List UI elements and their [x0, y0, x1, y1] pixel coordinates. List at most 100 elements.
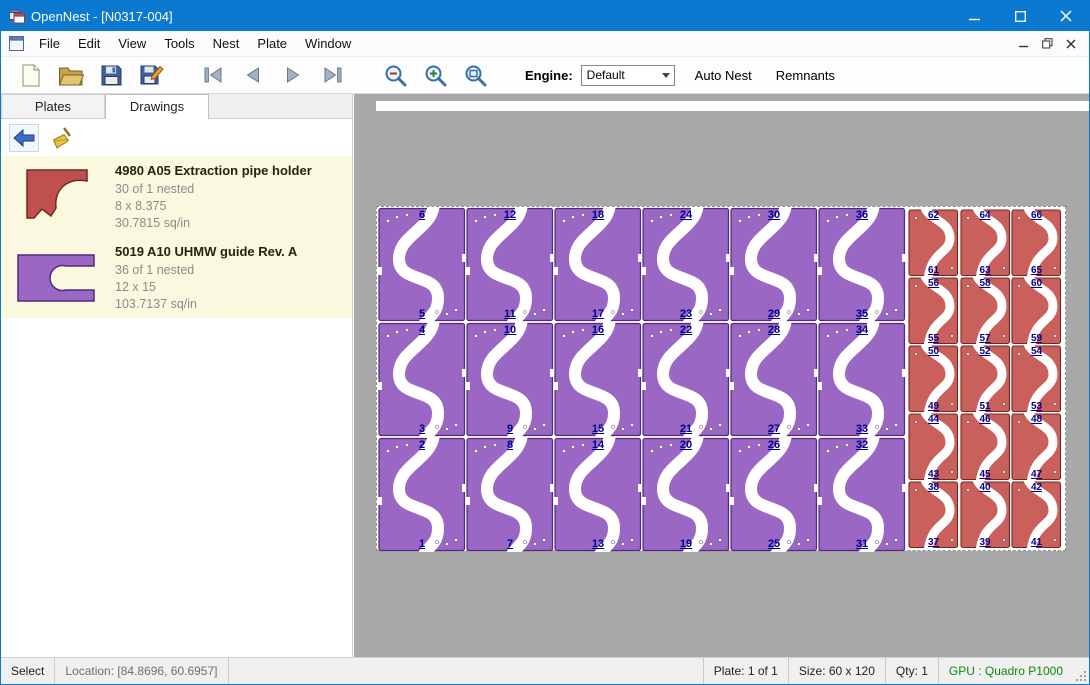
- nested-pair-red[interactable]: 4039: [960, 481, 1011, 549]
- nested-pair-purple[interactable]: 3433: [818, 322, 906, 437]
- part-thumbnail-purple: [5, 242, 109, 313]
- menu-file[interactable]: File: [30, 32, 69, 55]
- broom-icon: [51, 127, 73, 149]
- nested-pair-purple[interactable]: 3231: [818, 437, 906, 552]
- zoom-out-button[interactable]: [375, 59, 415, 91]
- part-shape: [554, 322, 642, 437]
- part-shape: [960, 345, 1011, 413]
- nav-prev-button[interactable]: [233, 59, 273, 91]
- save-icon: [100, 64, 123, 87]
- part-shape: [960, 481, 1011, 549]
- zoom-fit-button[interactable]: [455, 59, 495, 91]
- menu-window[interactable]: Window: [296, 32, 360, 55]
- status-bar: Select Location: [84.8696, 60.6957] Plat…: [1, 657, 1089, 684]
- nested-pair-purple[interactable]: 3029: [730, 207, 818, 322]
- nested-pair-red[interactable]: 6665: [1011, 209, 1062, 277]
- part-shape: [466, 322, 554, 437]
- app-icon: [9, 8, 25, 24]
- nav-next-button[interactable]: [273, 59, 313, 91]
- tab-plates[interactable]: Plates: [1, 94, 105, 118]
- nested-pair-red[interactable]: 4645: [960, 413, 1011, 481]
- nested-pair-red[interactable]: 6059: [1011, 277, 1062, 345]
- nested-pair-purple[interactable]: 87: [466, 437, 554, 552]
- nested-pair-red[interactable]: 5251: [960, 345, 1011, 413]
- auto-nest-button[interactable]: Auto Nest: [691, 64, 756, 87]
- menu-tools[interactable]: Tools: [155, 32, 203, 55]
- drawing-meta: 4980 A05 Extraction pipe holder 30 of 1 …: [109, 161, 312, 232]
- tab-drawings[interactable]: Drawings: [105, 94, 209, 119]
- menu-bar: File Edit View Tools Nest Plate Window: [1, 31, 1089, 57]
- close-button[interactable]: [1043, 1, 1089, 31]
- plate-parts: 6512111817242330293635431091615222128273…: [377, 207, 1065, 550]
- nested-pair-purple[interactable]: 2221: [642, 322, 730, 437]
- part-shape: [378, 322, 466, 437]
- nested-pair-red[interactable]: 6261: [908, 209, 959, 277]
- mdi-minimize-button[interactable]: [1011, 34, 1035, 54]
- nested-pair-red[interactable]: 5049: [908, 345, 959, 413]
- nested-pair-red[interactable]: 4241: [1011, 481, 1062, 549]
- part-shape: [908, 345, 959, 413]
- nested-pair-purple[interactable]: 2019: [642, 437, 730, 552]
- clear-drawings-button[interactable]: [47, 124, 77, 152]
- mdi-restore-button[interactable]: [1035, 34, 1059, 54]
- nav-last-icon: [322, 66, 344, 84]
- nested-pair-purple[interactable]: 65: [378, 207, 466, 322]
- nav-last-button[interactable]: [313, 59, 353, 91]
- plate[interactable]: 6512111817242330293635431091615222128273…: [376, 206, 1066, 551]
- minimize-button[interactable]: [951, 1, 997, 31]
- drawing-item-5019[interactable]: 5019 A10 UHMW guide Rev. A 36 of 1 neste…: [1, 237, 352, 318]
- drawing-nested-count: 36 of 1 nested: [115, 262, 297, 279]
- drawing-title: 5019 A10 UHMW guide Rev. A: [115, 244, 297, 259]
- nested-pair-purple[interactable]: 2827: [730, 322, 818, 437]
- return-part-button[interactable]: [9, 124, 39, 152]
- zoom-fit-icon: [464, 64, 487, 87]
- part-shape: [908, 209, 959, 277]
- remnants-button[interactable]: Remnants: [772, 64, 839, 87]
- nested-pair-red[interactable]: 5655: [908, 277, 959, 345]
- save-as-button[interactable]: [131, 59, 171, 91]
- nested-pair-purple[interactable]: 1413: [554, 437, 642, 552]
- nested-pair-red[interactable]: 4847: [1011, 413, 1062, 481]
- nest-canvas[interactable]: 6512111817242330293635431091615222128273…: [354, 94, 1089, 657]
- nested-pair-purple[interactable]: 1817: [554, 207, 642, 322]
- new-file-icon: [19, 63, 43, 88]
- nested-pair-purple[interactable]: 43: [378, 322, 466, 437]
- save-as-icon: [139, 63, 164, 87]
- drawing-item-4980[interactable]: 4980 A05 Extraction pipe holder 30 of 1 …: [1, 156, 352, 237]
- resize-grip-icon[interactable]: [1073, 658, 1089, 684]
- nested-pair-purple[interactable]: 21: [378, 437, 466, 552]
- nested-pair-purple[interactable]: 3635: [818, 207, 906, 322]
- nested-pair-red[interactable]: 6463: [960, 209, 1011, 277]
- engine-selected-value: Default: [582, 68, 658, 82]
- drawing-size: 12 x 15: [115, 279, 297, 296]
- save-button[interactable]: [91, 59, 131, 91]
- menu-nest[interactable]: Nest: [204, 32, 249, 55]
- nested-pair-purple[interactable]: 109: [466, 322, 554, 437]
- part-shape: [1011, 481, 1062, 549]
- drawing-area: 103.7137 sq/in: [115, 296, 297, 313]
- menu-edit[interactable]: Edit: [69, 32, 109, 55]
- menu-plate[interactable]: Plate: [248, 32, 296, 55]
- nav-prev-icon: [242, 66, 264, 84]
- nested-pair-red[interactable]: 4443: [908, 413, 959, 481]
- nested-pair-purple[interactable]: 1615: [554, 322, 642, 437]
- nav-first-button[interactable]: [193, 59, 233, 91]
- mdi-close-icon: [1066, 39, 1076, 49]
- sidebar: Plates Drawings: [1, 94, 353, 657]
- sheet-top-strip: [376, 101, 1089, 111]
- nested-pair-purple[interactable]: 2423: [642, 207, 730, 322]
- engine-label: Engine:: [525, 68, 573, 83]
- nested-pair-purple[interactable]: 1211: [466, 207, 554, 322]
- nested-pair-red[interactable]: 5453: [1011, 345, 1062, 413]
- mdi-close-button[interactable]: [1059, 34, 1083, 54]
- open-file-button[interactable]: [51, 59, 91, 91]
- zoom-in-button[interactable]: [415, 59, 455, 91]
- maximize-button[interactable]: [997, 1, 1043, 31]
- menu-view[interactable]: View: [109, 32, 155, 55]
- nested-pair-red[interactable]: 3837: [908, 481, 959, 549]
- nested-pair-red[interactable]: 5857: [960, 277, 1011, 345]
- new-file-button[interactable]: [11, 59, 51, 91]
- part-shape: [908, 277, 959, 345]
- nested-pair-purple[interactable]: 2625: [730, 437, 818, 552]
- engine-select[interactable]: Default: [581, 65, 675, 86]
